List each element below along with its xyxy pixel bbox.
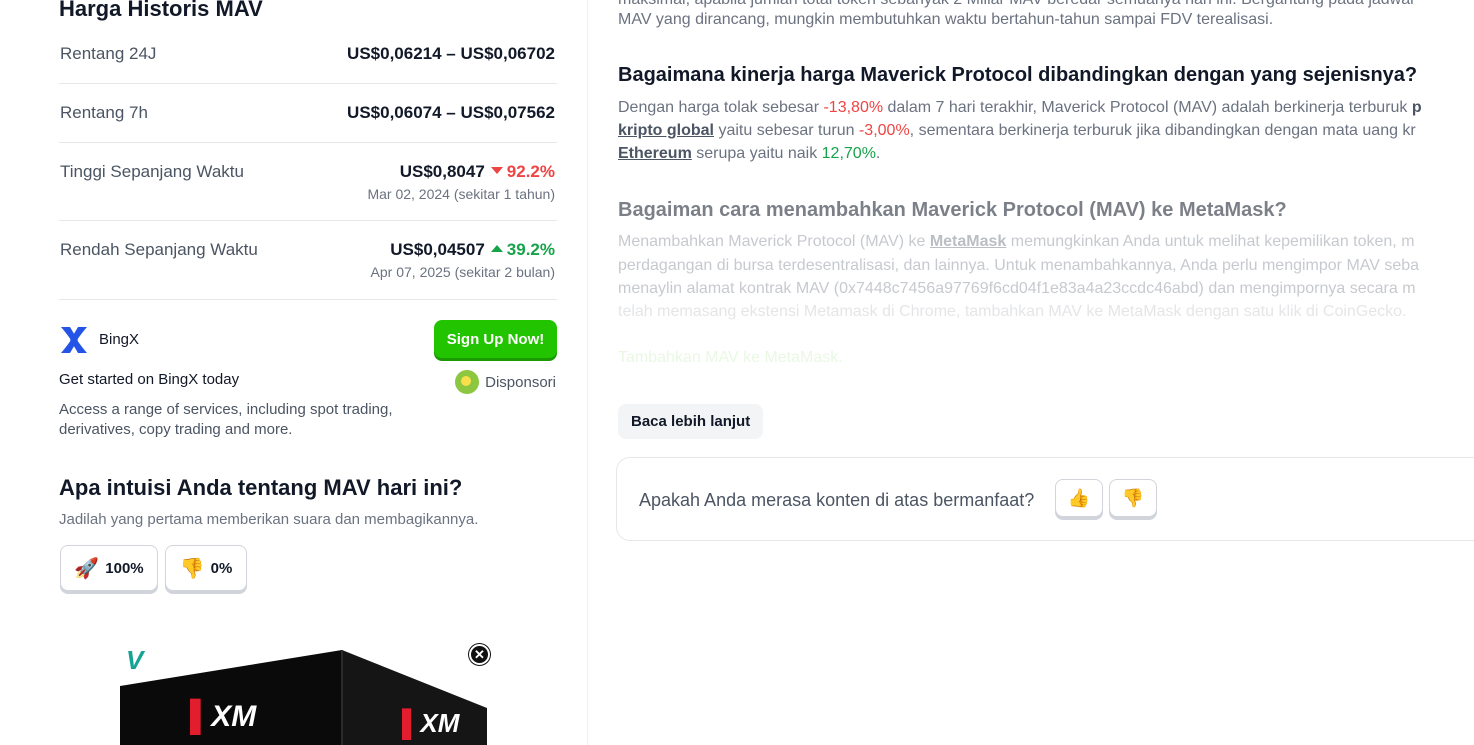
thumbs-down-icon: 👎 (1121, 487, 1145, 508)
row-label: Rentang 7h (60, 103, 148, 122)
article-paragraph-line: menaylin alamat kontrak MAV (0x7448c7456… (618, 280, 1416, 297)
ath-price: US$0,8047 (399, 162, 485, 181)
article-question-heading: Bagaimana kinerja harga Maverick Protoco… (618, 64, 1418, 86)
change-badge: 92.2% (490, 162, 555, 181)
vote-bullish-button[interactable]: 🚀 100% (60, 545, 158, 591)
thumbs-down-icon: 👎 (179, 557, 205, 580)
row-date: Apr 07, 2025 (sekitar 2 bulan) (370, 264, 555, 280)
global-crypto-link[interactable]: kripto global (618, 122, 714, 139)
feedback-helpful-button[interactable]: 👍 (1055, 479, 1103, 517)
metamask-link[interactable]: MetaMask (930, 233, 1006, 250)
atl-price: US$0,04507 (390, 240, 485, 259)
article-question-heading: Bagaiman cara menambahkan Maverick Proto… (618, 199, 1287, 221)
article-column: maksimal, apabila jumlah total token seb… (589, 0, 1474, 745)
article-paragraph-line: Dengan harga tolak sebesar -13,80% dalam… (618, 99, 1422, 116)
sponsor-description: Access a range of services, including sp… (59, 401, 393, 438)
coingecko-icon (455, 370, 480, 394)
article-paragraph-line: Ethereum serupa yaitu naik 12,70%. (618, 145, 881, 162)
ethereum-link[interactable]: Ethereum (618, 145, 692, 162)
change-badge: 39.2% (490, 240, 555, 259)
feedback-not-helpful-button[interactable]: 👎 (1109, 479, 1157, 517)
ad-logo-front: ▌XM (190, 700, 257, 733)
row-value: US$0,06074 – US$0,07562 (347, 103, 555, 122)
sponsor-name[interactable]: BingX (99, 331, 139, 348)
historical-price-table: Rentang 24J US$0,06214 – US$0,06702 Rent… (59, 25, 557, 300)
caret-up-icon (490, 245, 503, 253)
table-row: Tinggi Sepanjang Waktu US$0,8047 92.2% Ma… (59, 143, 557, 221)
row-label: Rendah Sepanjang Waktu (60, 240, 258, 259)
row-label: Tinggi Sepanjang Waktu (60, 162, 244, 181)
table-row: Rentang 24J US$0,06214 – US$0,06702 (59, 25, 557, 84)
vote-bearish-button[interactable]: 👎 0% (165, 545, 247, 591)
article-paragraph-line: Menambahkan Maverick Protocol (MAV) ke M… (618, 233, 1415, 250)
rocket-icon: 🚀 (74, 557, 100, 580)
article-paragraph-line: telah memasang ekstensi Metamask di Chro… (618, 303, 1407, 320)
historical-price-title: Harga Historis MAV (59, 0, 263, 21)
article-paragraph-line: perdagangan di bursa terdesentralisasi, … (618, 257, 1420, 274)
bearish-percent: 0% (210, 559, 233, 577)
sponsored-text: Disponsori (485, 373, 556, 391)
feedback-question: Apakah Anda merasa konten di atas berman… (639, 490, 1035, 510)
sponsor-tagline: Get started on BingX today (59, 371, 240, 388)
row-value: US$0,04507 39.2% (390, 240, 555, 260)
change-value: 39.2% (506, 240, 555, 259)
close-icon[interactable]: ✕ (469, 644, 490, 665)
caret-down-icon (490, 167, 503, 175)
sponsored-label: Disponsori (455, 370, 556, 394)
bullish-percent: 100% (105, 559, 144, 577)
bingx-logo-icon[interactable] (59, 325, 89, 355)
table-row: Rentang 7h US$0,06074 – US$0,07562 (59, 84, 557, 143)
change-value: 92.2% (506, 162, 555, 181)
feedback-box: Apakah Anda merasa konten di atas berman… (616, 457, 1474, 541)
row-date: Mar 02, 2024 (sekitar 1 tahun) (367, 186, 555, 202)
row-label: Rentang 24J (60, 44, 157, 63)
sentiment-subtitle: Jadilah yang pertama memberikan suara da… (59, 511, 479, 528)
thumbs-up-icon: 👍 (1067, 487, 1091, 508)
sentiment-title: Apa intuisi Anda tentang MAV hari ini? (59, 475, 463, 500)
article-intro-line: MAV yang dirancang, mungkin membutuhkan … (618, 11, 1274, 28)
ad-logo-side: ▌XM (402, 708, 460, 738)
read-more-button[interactable]: Baca lebih lanjut (618, 404, 764, 439)
row-value: US$0,06214 – US$0,06702 (347, 44, 555, 63)
add-to-metamask-link[interactable]: Tambahkan MAV ke MetaMask. (618, 346, 843, 369)
sign-up-button[interactable]: Sign Up Now! (434, 320, 557, 358)
article-paragraph-line: kripto global yaitu sebesar turun -3,00%… (618, 122, 1416, 139)
left-column: Harga Historis MAV Rentang 24J US$0,0621… (0, 0, 588, 745)
row-value: US$0,8047 92.2% (400, 162, 555, 182)
table-row: Rendah Sepanjang Waktu US$0,04507 39.2% A… (59, 221, 557, 300)
